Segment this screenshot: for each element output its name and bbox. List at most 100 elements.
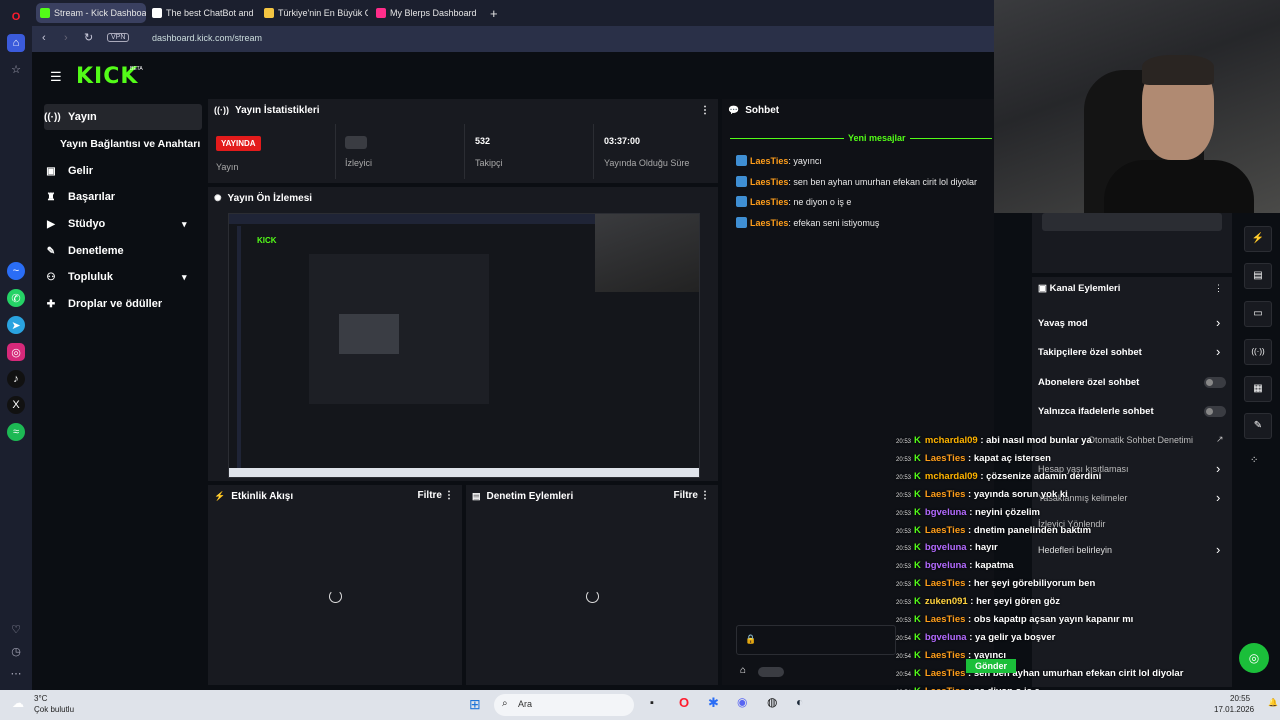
chevron-right-icon[interactable]: › (1216, 461, 1220, 476)
overlay-text: : hayır (966, 542, 998, 554)
opera-logo-icon[interactable]: O (7, 8, 25, 26)
clock-time[interactable]: 20:55 (1230, 694, 1250, 703)
more-icon[interactable]: ⋮ (700, 490, 710, 501)
chevron-right-icon[interactable]: › (1216, 542, 1220, 557)
chevron-right-icon[interactable]: › (1216, 344, 1220, 359)
more-icon[interactable]: ⋮ (444, 490, 454, 501)
clock-date[interactable]: 17.01.2026 (1214, 705, 1254, 714)
kick-badge-icon: K (914, 578, 921, 590)
filter-button[interactable]: Filtre (674, 490, 698, 501)
more-icon[interactable]: ⋮ (1214, 283, 1223, 294)
heart-icon[interactable]: ♡ (7, 620, 25, 638)
chat-icon[interactable]: ▭ (1244, 301, 1272, 327)
messenger-icon[interactable]: ~ (7, 262, 25, 280)
task-view-icon[interactable]: ▪ (650, 697, 654, 709)
help-icon[interactable]: ◎ (1239, 643, 1269, 673)
tab-oyun[interactable]: Türkiye'nin En Büyük Oyu (260, 3, 368, 23)
new-tab-button[interactable]: + (486, 3, 504, 23)
broadcast-icon[interactable]: ((·)) (1244, 339, 1272, 365)
slow-mode-item[interactable]: Yavaş mod (1038, 318, 1088, 329)
preview-header: ✺ Yayın Ön İzlemesi (208, 187, 718, 209)
document-icon[interactable]: ▤ (1244, 263, 1272, 289)
nav-droplar[interactable]: ✚ Droplar ve ödüller (44, 291, 202, 317)
chat-username[interactable]: LaesTies (750, 177, 788, 187)
overlay-text: : her şeyi görebiliyorum ben (965, 578, 1096, 590)
discord-icon[interactable]: ◉ (737, 695, 747, 709)
store-icon[interactable]: ⌂ (740, 665, 746, 676)
overlay-username: bgveluna (924, 542, 967, 554)
chat-input[interactable]: 🔒 (736, 625, 896, 655)
weather-temp[interactable]: 3°C (34, 694, 47, 703)
external-link-icon[interactable]: ↗ (1216, 434, 1224, 445)
nav-denetleme[interactable]: ✎ Denetleme (44, 238, 202, 264)
home-icon[interactable]: ⌂ (7, 34, 25, 52)
forward-icon[interactable]: › (64, 32, 68, 44)
x-icon[interactable]: X (7, 396, 25, 414)
followers-only-item[interactable]: Takipçilere özel sohbet (1038, 347, 1142, 358)
vpn-badge[interactable]: VPN (107, 33, 130, 42)
side-panel-top (1032, 213, 1232, 273)
taskbar-search[interactable]: ⌕ Ara (494, 694, 634, 716)
tiktok-icon[interactable]: ♪ (7, 370, 25, 388)
overlay-timestamp: 20:54 (896, 653, 912, 660)
windows-start-icon[interactable]: ⊞ (469, 696, 481, 713)
chevron-right-icon[interactable]: › (1216, 315, 1220, 330)
loading-spinner-icon (586, 590, 599, 603)
beta-badge: BETA (130, 66, 143, 72)
steam-icon[interactable]: ◐ (796, 695, 803, 709)
more-icon[interactable]: ⋯ (7, 664, 25, 682)
kick-favicon-icon (40, 8, 50, 18)
settings-dots-icon[interactable]: ⁘ (1250, 455, 1258, 466)
instagram-icon[interactable]: ◎ (7, 343, 25, 361)
tab-kick[interactable]: Stream - Kick Dashboard (36, 3, 146, 23)
history-icon[interactable]: ◷ (7, 642, 25, 660)
store-icon[interactable]: ▦ (1244, 376, 1272, 402)
whatsapp-icon[interactable]: ✆ (7, 289, 25, 307)
bolt-icon[interactable]: ⚡ (1244, 226, 1272, 252)
filter-button[interactable]: Filtre (418, 490, 442, 501)
gift-icon: ✚ (46, 298, 56, 310)
preview-taskbar (229, 468, 699, 477)
nav-studyo[interactable]: ▶ Stüdyo ▾ (44, 211, 202, 237)
wrench-icon[interactable]: ✎ (1244, 413, 1272, 439)
obs-icon[interactable]: ◍ (767, 695, 777, 709)
more-icon[interactable]: ⋮ (700, 105, 710, 116)
tab-blerps[interactable]: My Blerps Dashboard (372, 3, 482, 23)
overlay-timestamp: 20:53 (896, 439, 912, 445)
reload-icon[interactable]: ↻ (84, 31, 93, 44)
chat-username[interactable]: LaesTies (750, 156, 788, 166)
weather-desc[interactable]: Çok bulutlu (34, 705, 74, 714)
opera-taskbar-icon[interactable]: O (679, 695, 689, 710)
nav-label: Yayın Bağlantısı ve Anahtarı (60, 138, 201, 150)
divider (464, 124, 465, 179)
back-icon[interactable]: ‹ (42, 32, 46, 44)
emotes-only-toggle[interactable] (1204, 406, 1226, 417)
nav-topluluk[interactable]: ⚇ Topluluk ▾ (44, 264, 202, 290)
star-icon[interactable]: ☆ (7, 60, 25, 78)
chevron-right-icon[interactable]: › (1216, 490, 1220, 505)
chat-username[interactable]: LaesTies (750, 197, 788, 207)
tab-chatbot[interactable]: The best ChatBot and Wi (148, 3, 256, 23)
menu-icon[interactable]: ☰ (50, 69, 62, 85)
app-icon[interactable]: ✱ (708, 695, 719, 711)
opera-sidebar: O ⌂ ☆ ~ ✆ ➤ ◎ ♪ X ≈ ♡ ◷ ⋯ (0, 0, 32, 690)
send-button[interactable]: Gönder (966, 659, 1016, 673)
nav-basarilar[interactable]: ♜ Başarılar (44, 184, 202, 210)
chat-username[interactable]: LaesTies (750, 218, 788, 228)
chat-icon: 💬 (728, 104, 740, 115)
url-field[interactable]: dashboard.kick.com/stream (152, 33, 262, 43)
stream-preview[interactable]: KICK (228, 213, 700, 478)
subscribers-only-toggle[interactable] (1204, 377, 1226, 388)
overlay-timestamp: 20:53 (896, 528, 912, 535)
tab-label: My Blerps Dashboard (390, 8, 477, 18)
nav-stream-key[interactable]: Yayın Bağlantısı ve Anahtarı (60, 131, 218, 157)
goals-item[interactable]: Hedefleri belirleyin (1038, 545, 1112, 555)
spotify-icon[interactable]: ≈ (7, 423, 25, 441)
stats-header: ((·)) Yayın İstatistikleri ⋮ (208, 99, 718, 121)
notification-icon[interactable]: 🔔 (1268, 698, 1278, 707)
nav-gelir[interactable]: ▣ Gelir (44, 158, 202, 184)
chat-title: Sohbet (745, 104, 780, 116)
nav-yayin[interactable]: ((·)) Yayın (44, 104, 202, 130)
auto-moderation-item[interactable]: Otomatik Sohbet Denetimi (1088, 435, 1193, 445)
telegram-icon[interactable]: ➤ (7, 316, 25, 334)
